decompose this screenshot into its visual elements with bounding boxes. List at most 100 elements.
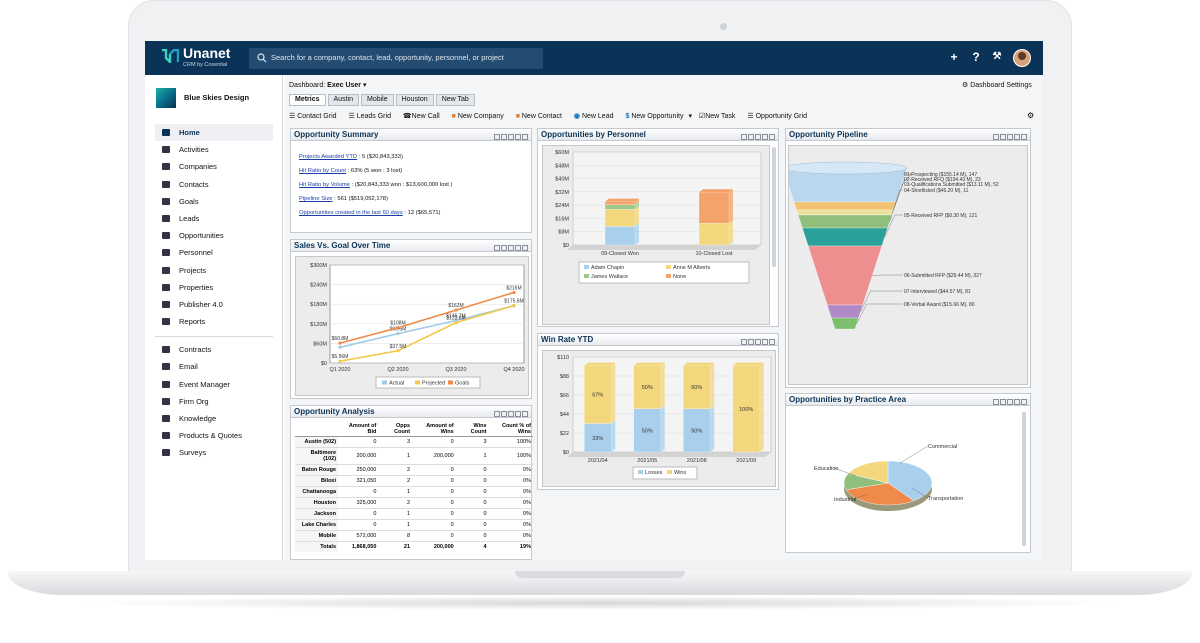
table-cell: 200,000 — [338, 447, 379, 465]
table-cell: 19% — [519, 544, 531, 550]
bar-segment — [604, 201, 636, 205]
tag-icon — [162, 432, 170, 440]
panel-title: Opportunity Pipeline — [789, 130, 868, 139]
panel-scrollbar[interactable] — [772, 147, 776, 267]
toolbar-label: New Lead — [581, 113, 614, 120]
tab-houston[interactable]: Houston — [395, 94, 434, 106]
stage-label: 08-Verbal Award ($15.66 M), 80 — [904, 302, 975, 308]
summary-row: Hit Ratio by Volume : ($20,843,333 won :… — [299, 178, 523, 192]
summary-link[interactable]: Hit Ratio by Volume — [299, 182, 350, 188]
summary-value: : 5 ($20,843,333) — [358, 154, 403, 160]
leader-line — [872, 274, 903, 276]
nav-item-firm-org[interactable]: Firm Org — [155, 393, 273, 410]
nav-item-contacts[interactable]: Contacts — [155, 176, 273, 193]
nav-label: Products & Quotes — [179, 431, 242, 441]
summary-link[interactable]: Pipeline Size — [299, 196, 333, 202]
nav-item-personnel[interactable]: Personnel — [155, 244, 273, 261]
chart-legend: Actual Projected Goals — [375, 376, 481, 389]
bar-top — [683, 362, 715, 366]
nav-label: Activities — [179, 145, 209, 155]
toolbar-gear-icon[interactable]: ⚙ — [1027, 111, 1034, 120]
data-label: 67% — [592, 393, 603, 399]
nav-label: Opportunities — [179, 231, 224, 241]
dashboard-settings-button[interactable]: ⚙ Dashboard Settings — [962, 81, 1032, 89]
funnel-stage — [827, 304, 863, 319]
panel-controls[interactable] — [740, 132, 775, 140]
nav-item-properties[interactable]: Properties — [155, 279, 273, 296]
nav-item-email[interactable]: Email — [155, 358, 273, 375]
global-search[interactable]: Search for a company, contact, lead, opp… — [249, 48, 543, 69]
opportunity-grid-button[interactable]: ☰ Opportunity Grid — [747, 113, 812, 120]
contact-grid-button[interactable]: ☰ Contact Grid — [289, 113, 342, 120]
summary-link[interactable]: Opportunities created in the last 60 day… — [299, 210, 403, 216]
plus-icon[interactable]: + — [947, 50, 961, 64]
panel-controls[interactable] — [493, 132, 528, 140]
leads-grid-button[interactable]: ☰ Leads Grid — [348, 113, 395, 120]
new-call-button[interactable]: ☎New Call — [403, 113, 445, 120]
contact-icon: ■ — [515, 113, 520, 120]
panel-controls[interactable] — [493, 243, 528, 251]
nav-divider — [155, 336, 273, 338]
help-icon[interactable]: ? — [969, 50, 983, 64]
new-opportunity-button[interactable]: $ New Opportunity ▾ — [625, 113, 692, 120]
nav-label: Goals — [179, 196, 199, 206]
user-avatar[interactable] — [1013, 49, 1031, 67]
unanet-logo-icon — [162, 49, 179, 63]
new-task-button[interactable]: ☑New Task — [699, 113, 741, 120]
legend-label: Losses — [645, 470, 663, 476]
summary-value: : 63% (5 won : 3 lost) — [347, 168, 403, 174]
legend-label: James Wallace — [591, 274, 628, 280]
nav-item-event-manager[interactable]: Event Manager — [155, 376, 273, 393]
nav-item-goals[interactable]: Goals — [155, 193, 273, 210]
panel-controls[interactable] — [992, 397, 1027, 405]
panel-controls[interactable] — [493, 409, 528, 417]
new-lead-button[interactable]: ◉ New Lead — [574, 113, 619, 120]
legend-swatch — [584, 274, 589, 278]
nav-item-publisher[interactable]: Publisher 4.0 — [155, 296, 273, 313]
y-tick-label: $40M — [555, 177, 569, 183]
tab-new-tab[interactable]: New Tab — [435, 94, 475, 106]
leads-icon — [162, 214, 170, 222]
row-label: Mobile — [295, 530, 339, 542]
dashboard-label: Dashboard: — [289, 82, 326, 89]
nav-item-home[interactable]: Home — [155, 124, 273, 142]
practice-pie-chart: Commercial Transportation Industrial Educat… — [814, 444, 963, 511]
tab-metrics[interactable]: Metrics — [289, 94, 326, 106]
nav-item-contracts[interactable]: Contracts — [155, 341, 273, 358]
panel-controls[interactable] — [992, 132, 1027, 140]
tab-austin[interactable]: Austin — [327, 94, 359, 106]
nav-item-leads[interactable]: Leads — [155, 210, 273, 227]
bar-segment — [698, 192, 730, 224]
table-cell: 0 — [455, 508, 489, 520]
y-tick-label: $22 — [560, 431, 569, 437]
table-cell: 2 — [378, 475, 413, 487]
panel-scrollbar[interactable] — [1022, 412, 1026, 546]
nav-item-activities[interactable]: Activities — [155, 141, 273, 158]
nav-item-companies[interactable]: Companies — [155, 158, 273, 175]
nav-item-knowledge[interactable]: Knowledge — [155, 410, 273, 427]
y-tick-label: $32M — [555, 190, 569, 196]
new-company-button[interactable]: ■ New Company — [452, 113, 509, 120]
summary-link[interactable]: Hit Ratio by Count — [299, 168, 346, 174]
laptop-shadow — [70, 596, 1130, 610]
summary-value: : 12 ($65,571) — [404, 210, 441, 216]
dashboard-selector[interactable]: Dashboard: Exec User ▾ — [289, 81, 366, 89]
x-tick-label: Q2 2020 — [387, 367, 408, 373]
nav-item-surveys[interactable]: Surveys — [155, 444, 273, 461]
summary-link[interactable]: Projects Awarded YTD — [299, 154, 357, 160]
panel-controls[interactable] — [740, 337, 775, 345]
nav-item-products-quotes[interactable]: Products & Quotes — [155, 427, 273, 444]
bulb-icon — [162, 415, 170, 422]
chart-legend: Losses Wins — [632, 466, 698, 480]
tools-icon[interactable]: ⚒ — [990, 50, 1004, 64]
nav-item-projects[interactable]: Projects — [155, 262, 273, 279]
new-contact-button[interactable]: ■ New Contact — [516, 113, 567, 120]
tab-mobile[interactable]: Mobile — [360, 94, 394, 106]
y-tick-label: $44 — [560, 412, 569, 418]
nav-item-reports[interactable]: Reports — [155, 313, 273, 330]
legend-swatch — [638, 470, 643, 474]
dashboard-content: Dashboard: Exec User ▾ ⚙ Dashboard Setti… — [285, 75, 1043, 560]
y-tick-label: $24M — [555, 203, 569, 209]
nav-item-opportunities[interactable]: Opportunities — [155, 227, 273, 244]
table-cell: 0 — [412, 497, 456, 509]
